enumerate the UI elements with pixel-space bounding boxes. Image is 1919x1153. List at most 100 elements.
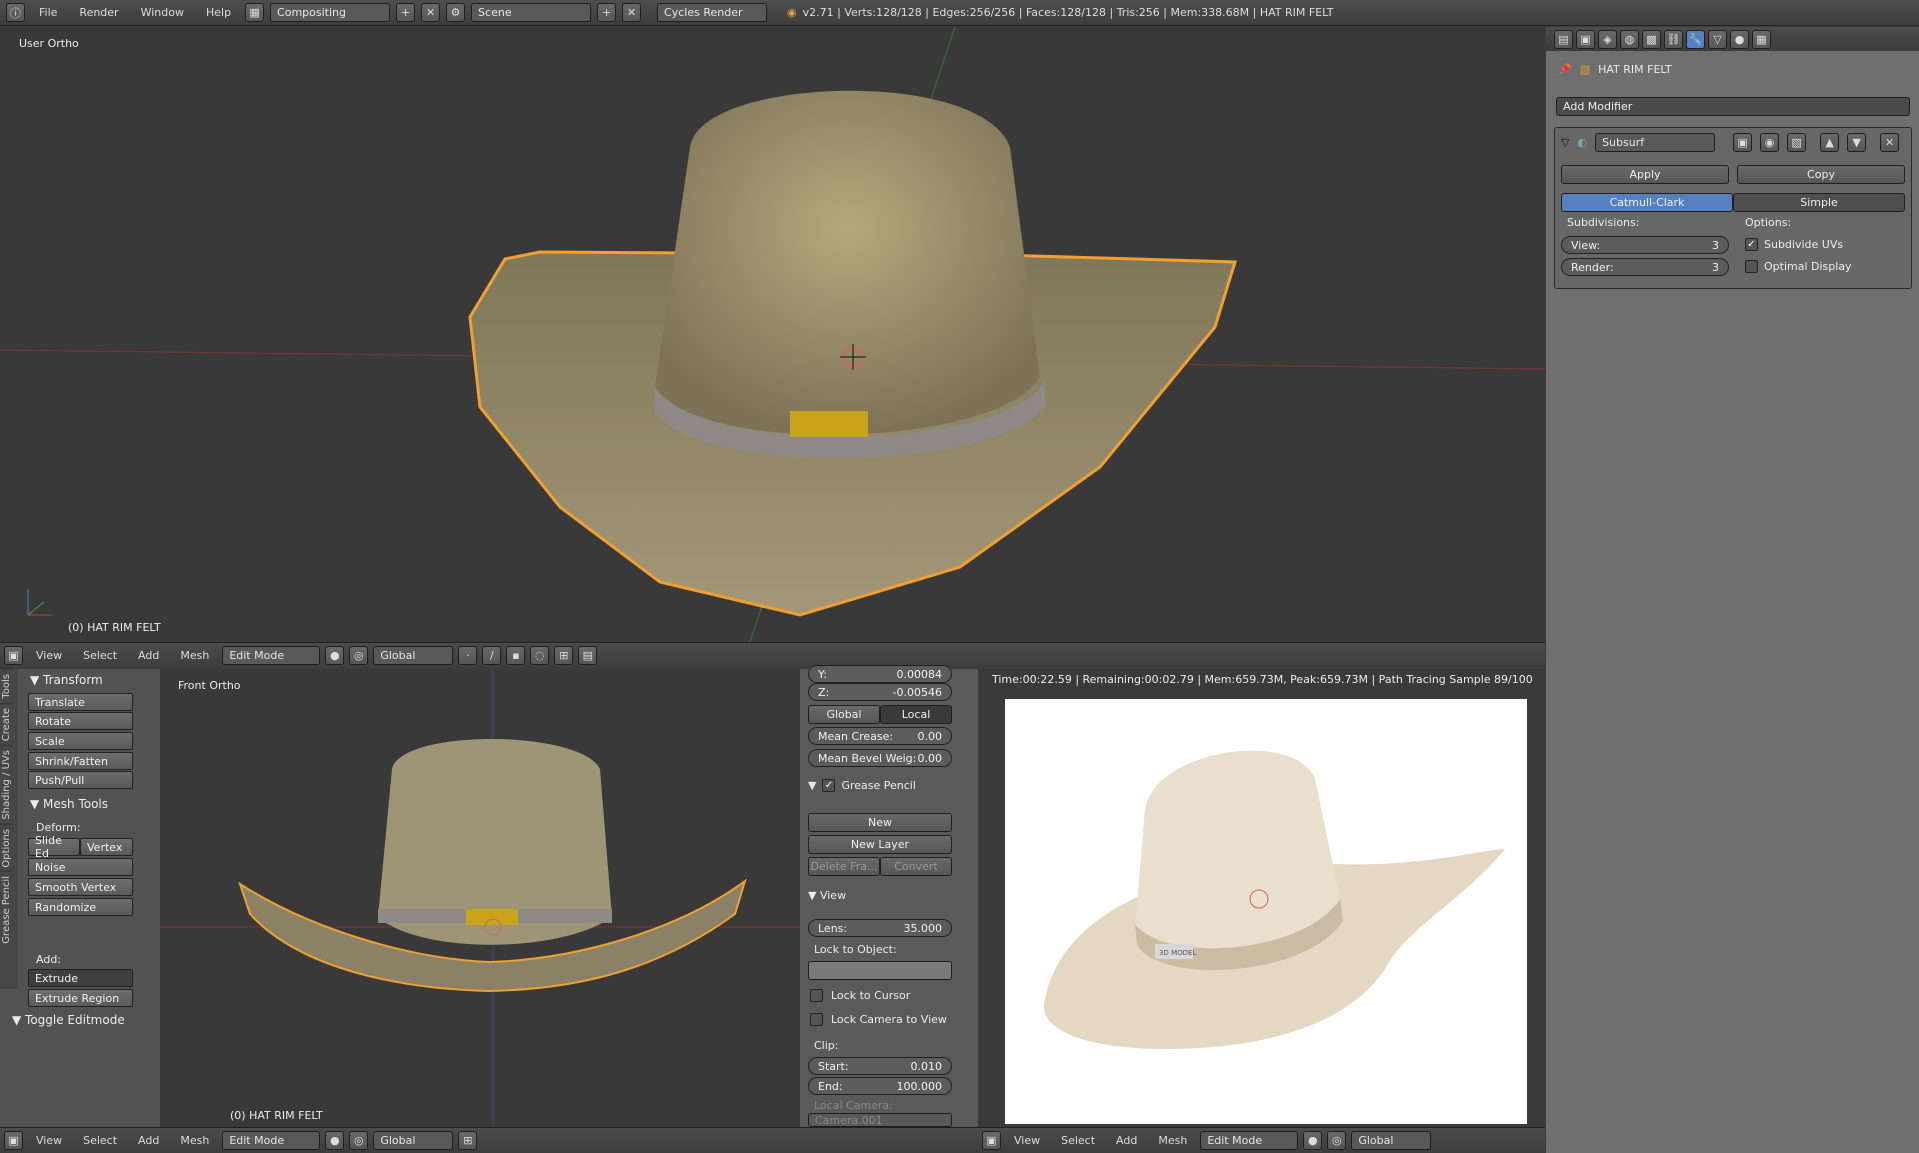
menu-add-bl[interactable]: Add (130, 1134, 167, 1147)
orientation-select-br[interactable]: Global (1351, 1131, 1432, 1150)
rotate-button[interactable]: Rotate (28, 712, 133, 730)
menu-mesh-bl[interactable]: Mesh (172, 1134, 217, 1147)
optimal-display-option[interactable]: Optimal Display (1745, 260, 1852, 273)
menu-view-br[interactable]: View (1006, 1134, 1048, 1147)
menu-add[interactable]: Add (130, 649, 167, 662)
rendered-viewport[interactable]: Time:00:22.59 | Remaining:00:02.79 | Mem… (978, 669, 1545, 1127)
translate-button[interactable]: Translate (28, 693, 133, 711)
menu-render[interactable]: Render (71, 6, 126, 19)
menu-mesh[interactable]: Mesh (172, 649, 217, 662)
orientation-select[interactable]: Global (373, 646, 454, 665)
apply-button[interactable]: Apply (1561, 165, 1729, 184)
texture-tab-icon[interactable]: ▦ (1752, 29, 1771, 49)
toggle-editmode-header[interactable]: ▼ Toggle Editmode (12, 1013, 125, 1027)
new-layer-button[interactable]: New Layer (808, 835, 952, 854)
grease-pencil-checkbox[interactable]: ✓ (822, 779, 836, 792)
tab-create[interactable]: Create (0, 702, 13, 745)
lock-camera-checkbox[interactable] (810, 1013, 823, 1026)
orientation-select-bl[interactable]: Global (373, 1131, 454, 1150)
editmode-toggle-icon[interactable]: ▧ (1787, 133, 1807, 152)
properties-editor-icon[interactable]: ▤ (1554, 29, 1573, 49)
mode-select[interactable]: Edit Mode (222, 646, 321, 665)
tab-tools[interactable]: Tools (0, 669, 13, 703)
add-scene-icon[interactable]: + (597, 3, 617, 22)
menu-select-bl[interactable]: Select (75, 1134, 125, 1147)
constraints-tab-icon[interactable]: ⛓ (1664, 29, 1683, 49)
viewport-3d-user-ortho[interactable]: User Ortho (0) HAT RIM FELT (0, 27, 1545, 642)
remove-modifier-icon[interactable]: ✕ (1880, 133, 1900, 152)
noise-button[interactable]: Noise (28, 858, 133, 876)
display-toggle-icon[interactable]: ◉ (1760, 133, 1780, 152)
scene-field[interactable]: Scene (471, 3, 592, 22)
proportional-edit-icon[interactable]: ◌ (530, 646, 550, 665)
vertex-slide-button[interactable]: Vertex (80, 838, 133, 856)
mode-select-br[interactable]: Edit Mode (1200, 1131, 1299, 1150)
mesh-tools-header[interactable]: ▼ Mesh Tools (30, 797, 108, 811)
menu-window[interactable]: Window (133, 6, 192, 19)
lock-cursor-checkbox[interactable] (810, 989, 823, 1002)
slide-edge-button[interactable]: Slide Ed (28, 834, 80, 860)
extrude-region-button[interactable]: Extrude Region (28, 989, 133, 1007)
lock-cursor-option[interactable]: Lock to Cursor (810, 989, 910, 1002)
collapse-icon[interactable]: ▽ (1561, 136, 1569, 149)
editor-type-icon-bl[interactable]: ▣ (4, 1131, 23, 1150)
subdivide-uvs-checkbox[interactable]: ✓ (1745, 238, 1758, 251)
editor-type-icon[interactable]: ▣ (4, 646, 23, 665)
data-tab-icon[interactable]: ▽ (1708, 29, 1727, 49)
lock-object-field[interactable] (808, 961, 952, 980)
shading-icon-br[interactable]: ● (1303, 1131, 1323, 1150)
screen-layout-field[interactable]: Compositing (270, 3, 391, 22)
tab-options[interactable]: Options (0, 823, 13, 872)
world-tab-icon[interactable]: ◍ (1620, 29, 1639, 49)
mode-select-bl[interactable]: Edit Mode (222, 1131, 321, 1150)
move-up-icon[interactable]: ▲ (1820, 133, 1840, 152)
menu-select-br[interactable]: Select (1053, 1134, 1103, 1147)
add-modifier-select[interactable]: Add Modifier (1556, 97, 1910, 116)
subdivide-uvs-option[interactable]: ✓ Subdivide UVs (1745, 238, 1843, 251)
scene-tab-icon[interactable]: ◈ (1598, 29, 1617, 49)
global-button[interactable]: Global (808, 705, 880, 724)
clip-end-field[interactable]: End: 100.000 (808, 1077, 952, 1095)
pivot-icon-br[interactable]: ◎ (1327, 1131, 1347, 1150)
remove-screen-icon[interactable]: ✕ (421, 3, 441, 22)
face-select-icon[interactable]: ▪ (506, 646, 526, 665)
vertex-select-icon[interactable]: · (458, 646, 478, 665)
randomize-button[interactable]: Randomize (28, 898, 133, 916)
lock-camera-option[interactable]: Lock Camera to View (810, 1013, 947, 1026)
local-button[interactable]: Local (880, 705, 952, 724)
copy-button[interactable]: Copy (1737, 165, 1905, 184)
pivot-icon[interactable]: ◎ (349, 646, 369, 665)
shrink-fatten-button[interactable]: Shrink/Fatten (28, 752, 133, 770)
modifier-name-field[interactable]: Subsurf (1595, 133, 1716, 152)
menu-select[interactable]: Select (75, 649, 125, 662)
add-screen-icon[interactable]: + (396, 3, 416, 22)
delete-frame-button[interactable]: Delete Fra... (808, 857, 880, 876)
view-section-header[interactable]: ▼ View (808, 889, 846, 902)
material-tab-icon[interactable]: ● (1730, 29, 1749, 49)
scene-icon[interactable]: ⚙ (446, 3, 466, 22)
render-toggle-icon[interactable]: ▣ (1733, 133, 1753, 152)
editor-type-icon-br[interactable]: ▣ (982, 1131, 1001, 1150)
modifiers-tab-icon[interactable]: 🔧 (1686, 29, 1705, 49)
info-editor-icon[interactable]: ⓘ (6, 3, 25, 22)
render-preview-icon[interactable]: ▤ (578, 646, 598, 665)
local-camera-field[interactable]: Camera.001 (808, 1113, 952, 1127)
clip-start-field[interactable]: Start: 0.010 (808, 1057, 952, 1075)
object-tab-icon[interactable]: ▩ (1642, 29, 1661, 49)
scale-button[interactable]: Scale (28, 732, 133, 750)
menu-help[interactable]: Help (198, 6, 239, 19)
y-field[interactable]: Y: 0.00084 (808, 665, 952, 683)
smooth-vertex-button[interactable]: Smooth Vertex (28, 878, 133, 896)
screen-layout-icon[interactable]: ▦ (245, 3, 265, 22)
pin-icon[interactable]: 📌 (1558, 63, 1572, 76)
catmull-clark-button[interactable]: Catmull-Clark (1561, 193, 1733, 212)
menu-file[interactable]: File (31, 6, 65, 19)
mean-bevel-field[interactable]: Mean Bevel Weig: 0.00 (808, 749, 952, 767)
edge-select-icon[interactable]: / (482, 646, 502, 665)
render-levels-field[interactable]: Render: 3 (1561, 258, 1729, 276)
view-levels-field[interactable]: View: 3 (1561, 236, 1729, 254)
extrude-select[interactable]: Extrude (28, 969, 133, 987)
snap-icon[interactable]: ⊞ (554, 646, 574, 665)
grease-new-button[interactable]: New (808, 813, 952, 832)
grease-pencil-header[interactable]: ▼ ✓ Grease Pencil (808, 779, 916, 792)
